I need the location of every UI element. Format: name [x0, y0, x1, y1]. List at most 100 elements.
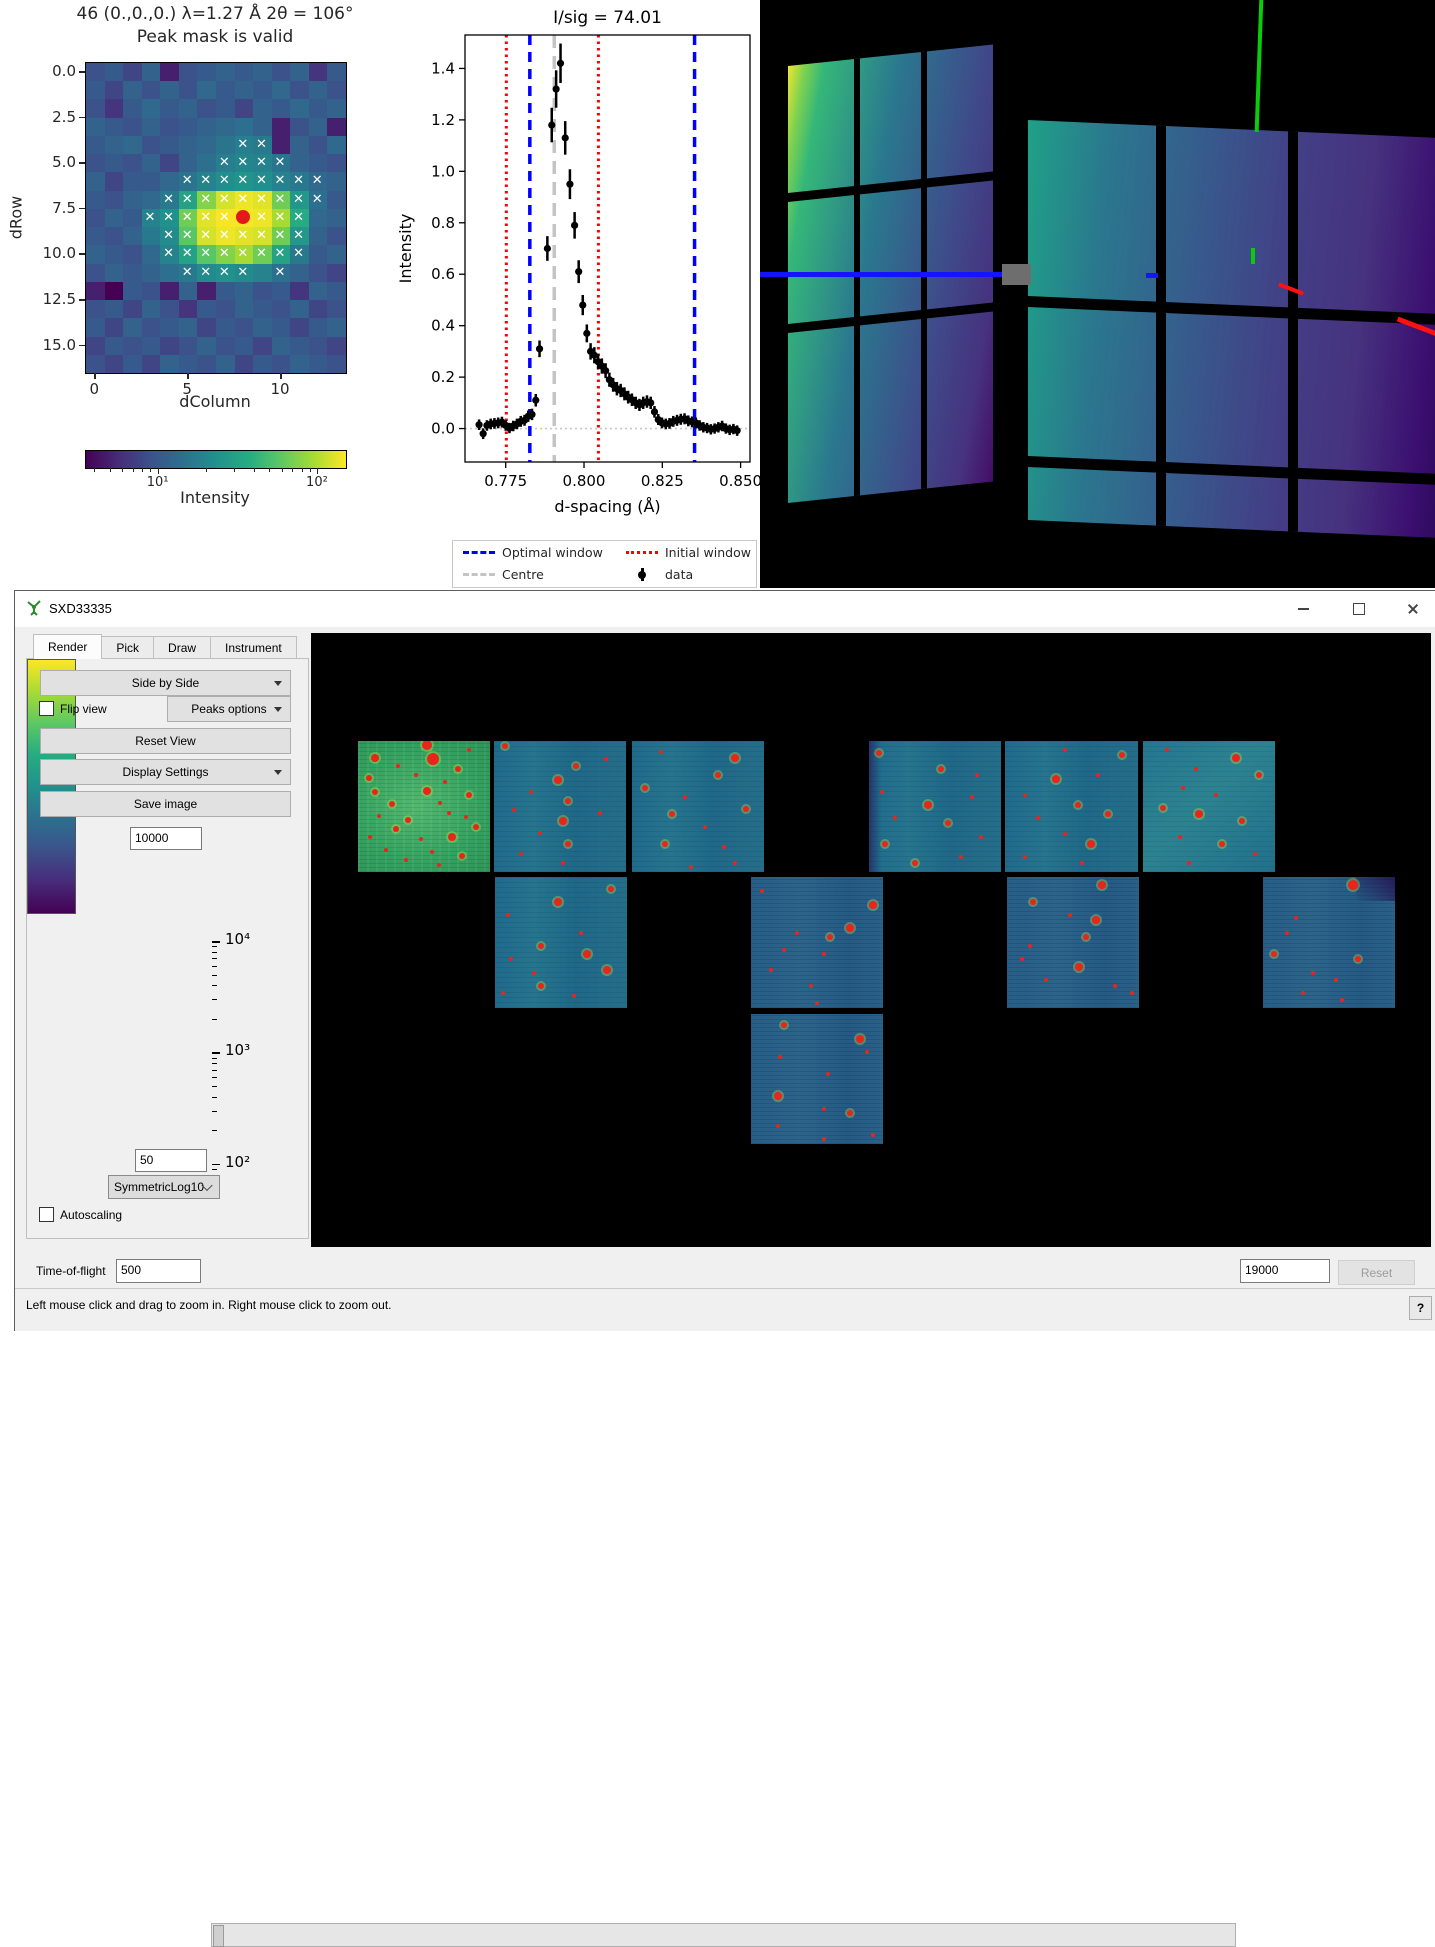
minimize-button[interactable] [1283, 597, 1323, 621]
heatmap-cell [160, 209, 179, 227]
peak-marker [437, 863, 441, 867]
tof-slider[interactable] [211, 1923, 1236, 1947]
heatmap-cell [253, 172, 272, 190]
heatmap-cell [272, 81, 291, 99]
heatmap-cell [105, 136, 124, 154]
heatmap-cell [253, 300, 272, 318]
heatmap-cell [160, 99, 179, 117]
surface-type-dropdown[interactable]: Side by Side [40, 670, 291, 696]
heatmap-cell [235, 99, 254, 117]
peak-marker [769, 968, 773, 972]
peak-marker [1020, 957, 1024, 961]
autoscaling-checkbox[interactable]: Autoscaling [39, 1207, 122, 1222]
colorbar-minor-tick [212, 1019, 217, 1020]
heatmap-cell [179, 63, 198, 81]
tof-min-input[interactable]: 500 [116, 1259, 201, 1283]
heatmap-cell [290, 63, 309, 81]
y-tick-label: 2.5 [28, 108, 76, 126]
y-tick-label: 12.5 [28, 290, 76, 308]
peak-marker [938, 766, 944, 772]
detector-render-canvas[interactable] [311, 633, 1431, 1247]
peak-marker [502, 743, 508, 749]
close-button[interactable] [1393, 597, 1433, 621]
heatmap-cell [216, 300, 235, 318]
heatmap-cell [105, 191, 124, 209]
heatmap-cell [123, 227, 142, 245]
tof-slider-handle[interactable] [213, 1925, 224, 1947]
y-tick-label: 10.0 [28, 244, 76, 262]
data-marker-sample [626, 568, 658, 581]
tof-reset-button[interactable]: Reset [1338, 1260, 1415, 1285]
colorbar-tick-label: 10² [225, 1153, 250, 1171]
reset-view-button[interactable]: Reset View [40, 728, 291, 754]
peak-marker [1219, 841, 1225, 847]
heatmap-cell [290, 264, 309, 282]
peak-marker [1087, 840, 1095, 848]
colorbar-minor-tick [269, 468, 270, 472]
peak-mask-heatmap [85, 62, 347, 374]
heatmap-cell [142, 81, 161, 99]
peak-marker [509, 957, 513, 961]
heatmap-cell [216, 355, 235, 373]
svg-text:0.825: 0.825 [641, 472, 684, 490]
help-button[interactable]: ? [1409, 1296, 1432, 1320]
svg-text:0.850: 0.850 [719, 472, 762, 490]
tof-max-input[interactable]: 19000 [1240, 1259, 1330, 1283]
detector-panel-bank-10 [1263, 877, 1395, 1008]
heatmap-cell [253, 154, 272, 172]
flip-view-checkbox[interactable]: Flip view [39, 701, 107, 716]
heatmap-cell [290, 136, 309, 154]
peak-marker [781, 1022, 787, 1028]
heatmap-cell [197, 191, 216, 209]
heatmap-cell [253, 282, 272, 300]
heatmap-cell [235, 282, 254, 300]
display-settings-dropdown[interactable]: Display Settings [40, 759, 291, 785]
heatmap-cell [235, 227, 254, 245]
peak-marker [506, 913, 510, 917]
heatmap-cell [309, 318, 328, 336]
window-titlebar[interactable]: SXD33335 [15, 591, 1435, 627]
tab-draw[interactable]: Draw [153, 636, 211, 659]
save-image-button[interactable]: Save image [40, 791, 291, 817]
peak-marker [371, 754, 379, 762]
heatmap-cell [197, 63, 216, 81]
heatmap-cell [197, 154, 216, 172]
heatmap-cell [86, 99, 105, 117]
tab-render[interactable]: Render [33, 634, 102, 659]
heatmap-cell [123, 245, 142, 263]
detector-panel-bank-9 [1007, 877, 1139, 1008]
heatmap-cell [272, 264, 291, 282]
colorbar-minor-tick [234, 468, 235, 472]
tab-instrument[interactable]: Instrument [210, 636, 297, 659]
peak-marker [1096, 773, 1100, 777]
peak-marker [846, 924, 854, 932]
peak-marker [733, 861, 737, 865]
peak-marker [669, 811, 675, 817]
peak-marker [1044, 978, 1048, 982]
scale-type-dropdown[interactable]: SymmetricLog10 [108, 1175, 220, 1199]
heatmap-cell [142, 318, 161, 336]
colorbar-minor-tick [310, 468, 311, 472]
peak-marker [561, 861, 565, 865]
svg-text:0.4: 0.4 [431, 317, 455, 335]
peak-marker [532, 971, 536, 975]
status-text: Left mouse click and drag to zoom in. Ri… [26, 1298, 392, 1312]
detector-bank-right [1028, 120, 1435, 538]
tab-pick[interactable]: Pick [101, 636, 154, 659]
heatmap-cell [309, 355, 328, 373]
heatmap-cell [86, 136, 105, 154]
initial-window-line-sample [626, 551, 658, 554]
intensity-colorbar[interactable] [27, 659, 76, 914]
heatmap-cell [197, 136, 216, 154]
peak-marker [1165, 748, 1169, 752]
maximize-button[interactable] [1339, 597, 1379, 621]
max-value-input[interactable]: 10000 [130, 827, 202, 850]
peak-marker [1030, 899, 1036, 905]
heatmap-cell [327, 264, 346, 282]
y-tick [79, 253, 85, 255]
instrument-3d-view[interactable] [760, 0, 1435, 588]
heatmap-cell [253, 318, 272, 336]
min-value-input[interactable]: 50 [135, 1149, 207, 1172]
peak-marker [865, 1050, 869, 1054]
peaks-options-dropdown[interactable]: Peaks options [167, 696, 291, 722]
